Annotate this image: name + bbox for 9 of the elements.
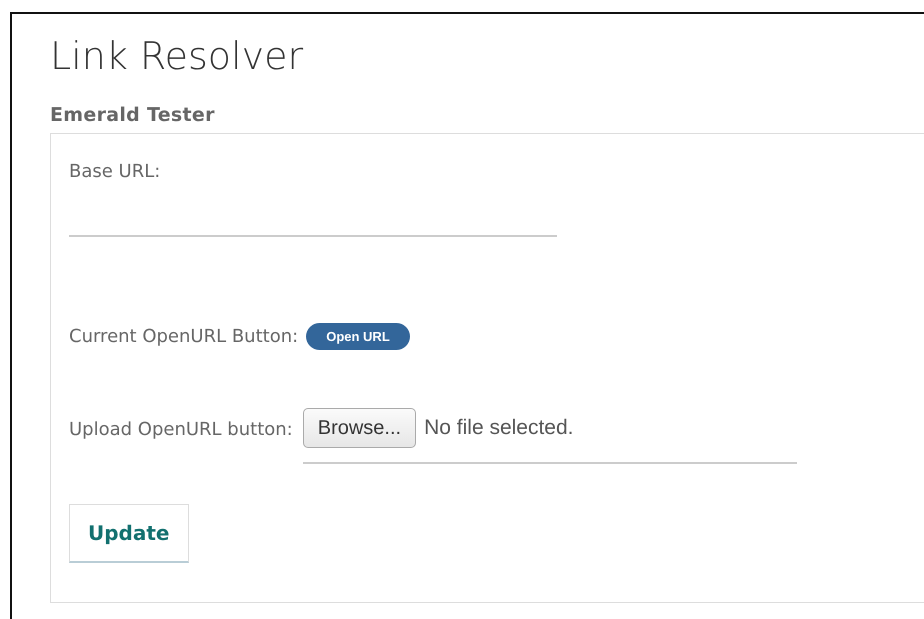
field-label: Upload OpenURL button:: [69, 418, 293, 442]
page-title: Link Resolver: [50, 36, 304, 78]
field-label: Current OpenURL Button:: [69, 324, 298, 349]
update-button[interactable]: Update: [69, 504, 188, 564]
open-url-badge: Open URL: [306, 322, 410, 350]
field-label: Base URL:: [69, 160, 162, 184]
browse-button[interactable]: Browse...: [302, 408, 416, 448]
section-title: Emerald Tester: [50, 104, 216, 127]
file-status: No file selected.: [424, 415, 574, 442]
